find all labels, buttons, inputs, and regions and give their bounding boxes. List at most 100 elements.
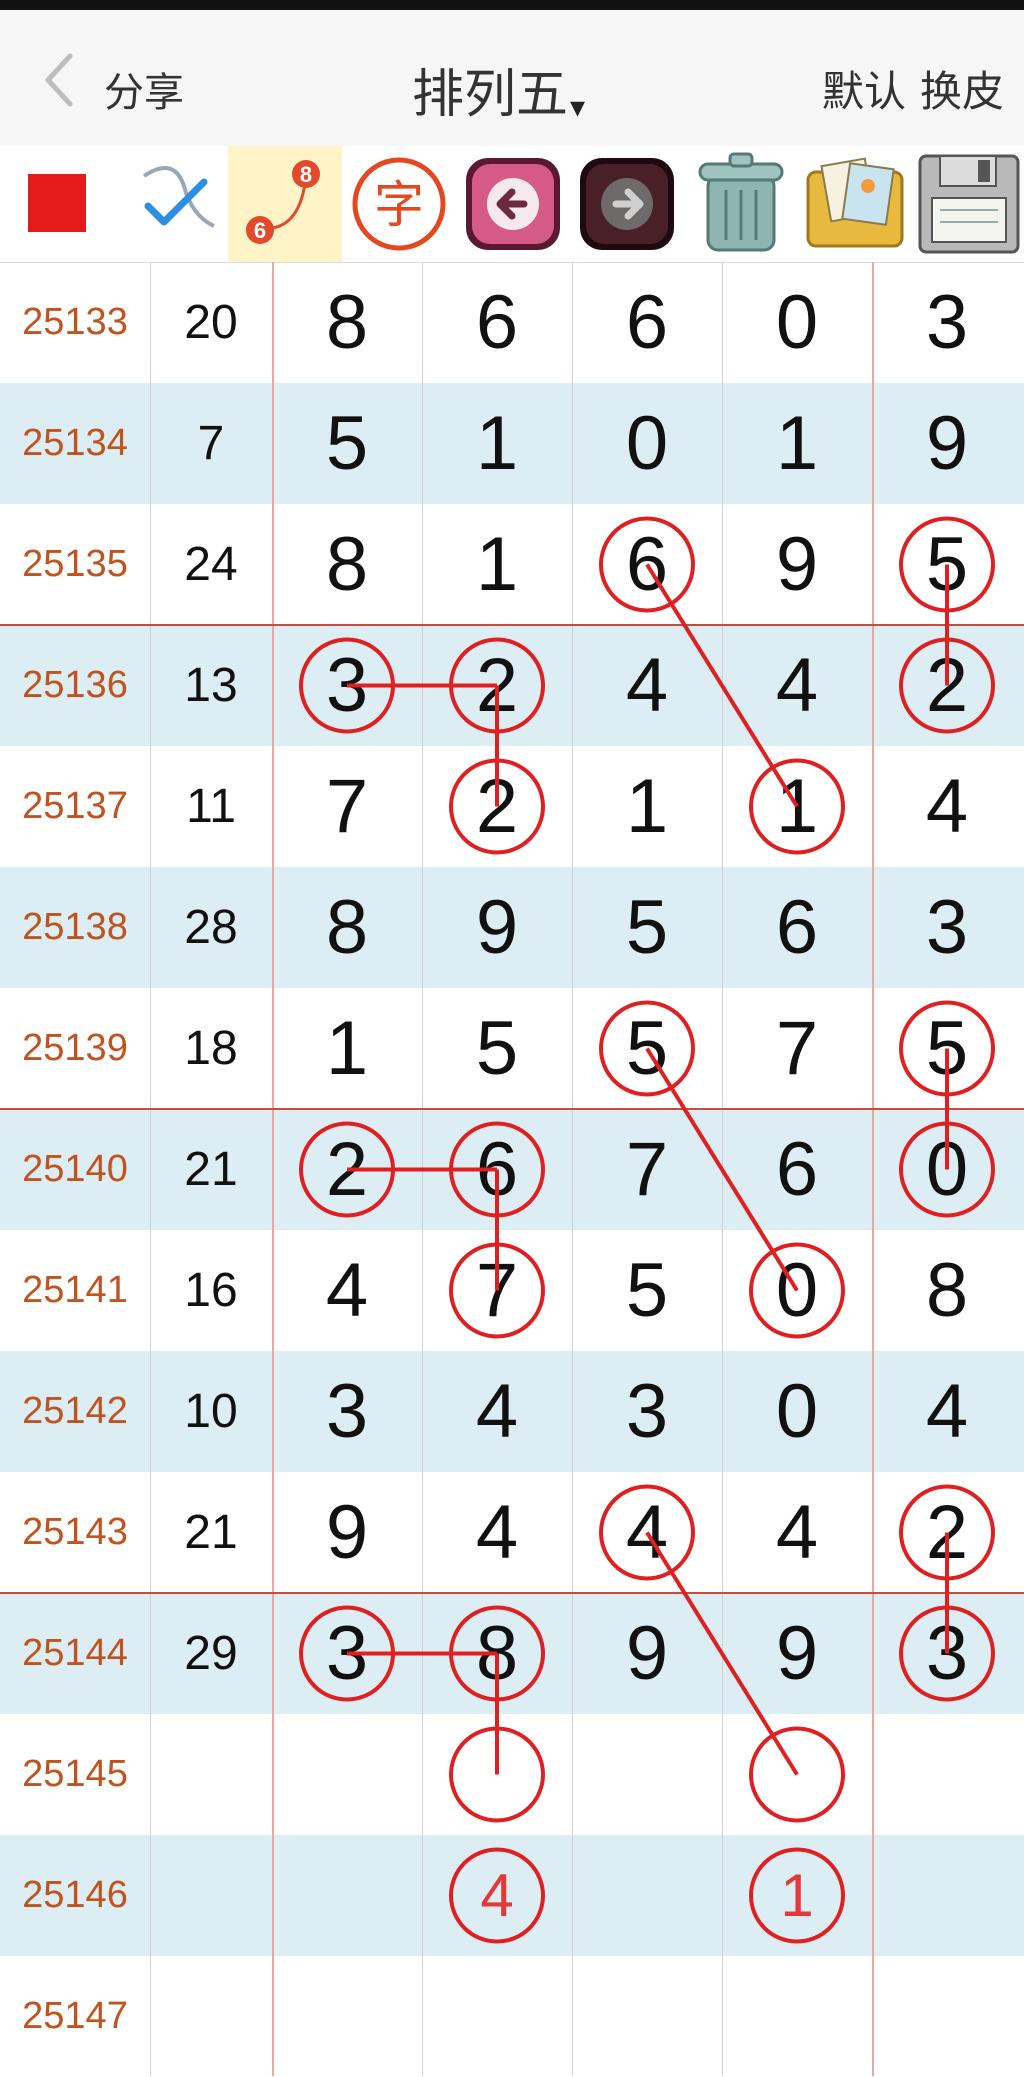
digit-cell[interactable] bbox=[272, 1714, 422, 1835]
digit-cell[interactable] bbox=[272, 1835, 422, 1956]
digit-cell[interactable]: 0 bbox=[872, 1109, 1022, 1230]
digit-cell[interactable]: 2 bbox=[872, 625, 1022, 746]
digit-cell[interactable]: 2 bbox=[422, 625, 572, 746]
digit-cell[interactable]: 3 bbox=[572, 1351, 722, 1472]
digit-cell[interactable]: 3 bbox=[872, 1593, 1022, 1714]
digit-cell[interactable]: 3 bbox=[872, 867, 1022, 988]
digit-cell[interactable]: 4 bbox=[422, 1835, 572, 1956]
digit-cell[interactable]: 6 bbox=[572, 262, 722, 383]
color-picker-button[interactable] bbox=[0, 146, 114, 262]
digit-cell[interactable]: 5 bbox=[572, 867, 722, 988]
digit-cell[interactable]: 5 bbox=[872, 988, 1022, 1109]
table-row: 25136 13 3 2 4 4 2 bbox=[0, 625, 1024, 746]
digit-cell[interactable]: 4 bbox=[572, 1472, 722, 1593]
clear-button[interactable] bbox=[684, 146, 798, 262]
digit-cell[interactable] bbox=[872, 1714, 1022, 1835]
digit-cell[interactable]: 7 bbox=[722, 988, 872, 1109]
digit-cell[interactable]: 1 bbox=[422, 383, 572, 504]
digit-cell[interactable]: 2 bbox=[872, 1472, 1022, 1593]
digit-cell[interactable] bbox=[422, 1956, 572, 2077]
digit-cell[interactable]: 5 bbox=[422, 988, 572, 1109]
digit-cell[interactable]: 1 bbox=[572, 746, 722, 867]
digit-cell[interactable]: 1 bbox=[722, 746, 872, 867]
digit-cell[interactable]: 4 bbox=[872, 1351, 1022, 1472]
sum-value: 21 bbox=[184, 1506, 238, 1559]
back-button[interactable] bbox=[36, 50, 86, 110]
digit-cell[interactable]: 5 bbox=[272, 383, 422, 504]
digit-cell[interactable]: 7 bbox=[272, 746, 422, 867]
digit-cell[interactable]: 0 bbox=[722, 1351, 872, 1472]
digit-cell[interactable]: 8 bbox=[272, 504, 422, 625]
digit-cell[interactable]: 2 bbox=[272, 1109, 422, 1230]
digit-cell[interactable]: 7 bbox=[422, 1230, 572, 1351]
digit-cell[interactable] bbox=[422, 1714, 572, 1835]
default-button[interactable]: 默认 bbox=[822, 58, 906, 119]
digit-cell[interactable]: 4 bbox=[722, 625, 872, 746]
digit-cell[interactable]: 9 bbox=[422, 867, 572, 988]
digit-cell[interactable]: 0 bbox=[572, 383, 722, 504]
number-grid[interactable]: 25133 20 8 6 6 0 3 25134 7 5 1 0 1 9 25135 24 8 1 6 9 5 25136… bbox=[0, 262, 1024, 2076]
digit-cell[interactable]: 1 bbox=[422, 504, 572, 625]
digit-cell[interactable]: 3 bbox=[272, 1593, 422, 1714]
digit-cell[interactable]: 5 bbox=[872, 504, 1022, 625]
digit-cell[interactable]: 1 bbox=[272, 988, 422, 1109]
skin-button[interactable]: 换皮 bbox=[920, 58, 1004, 119]
digit-cell[interactable]: 6 bbox=[722, 867, 872, 988]
digit-cell[interactable]: 8 bbox=[872, 1230, 1022, 1351]
digit-cell[interactable]: 8 bbox=[272, 262, 422, 383]
digit-cell[interactable]: 7 bbox=[572, 1109, 722, 1230]
digit-cell[interactable]: 9 bbox=[722, 504, 872, 625]
digit-cell[interactable] bbox=[722, 1714, 872, 1835]
digit-cell[interactable]: 4 bbox=[272, 1230, 422, 1351]
digit-cell[interactable]: 4 bbox=[572, 625, 722, 746]
digit-cell[interactable]: 4 bbox=[722, 1472, 872, 1593]
title-dropdown[interactable]: 排列五▾ bbox=[412, 52, 585, 127]
chevron-left-icon bbox=[45, 53, 73, 107]
digit-cell[interactable]: 8 bbox=[422, 1593, 572, 1714]
digit-cell[interactable]: 4 bbox=[422, 1472, 572, 1593]
digit-cell[interactable]: 6 bbox=[422, 262, 572, 383]
redo-arrow-icon bbox=[580, 158, 674, 250]
digit-cell[interactable]: 3 bbox=[272, 625, 422, 746]
digit-cell[interactable]: 9 bbox=[272, 1472, 422, 1593]
digit-cell[interactable]: 3 bbox=[272, 1351, 422, 1472]
digit-cell[interactable]: 4 bbox=[422, 1351, 572, 1472]
sum-value: 11 bbox=[186, 780, 236, 833]
digit-cell[interactable]: 6 bbox=[422, 1109, 572, 1230]
digit-cell[interactable]: 0 bbox=[722, 1230, 872, 1351]
digit-cell[interactable]: 4 bbox=[872, 746, 1022, 867]
digit-cell[interactable]: 1 bbox=[722, 383, 872, 504]
digit-cell[interactable]: 1 bbox=[722, 1835, 872, 1956]
digit-cell[interactable]: 5 bbox=[572, 988, 722, 1109]
column-divider bbox=[572, 262, 573, 2076]
checkmark-pen-icon bbox=[142, 166, 215, 228]
digit-cell[interactable] bbox=[872, 1835, 1022, 1956]
digit-cell[interactable] bbox=[722, 1956, 872, 2077]
digit-cell[interactable] bbox=[572, 1714, 722, 1835]
digit-cell[interactable] bbox=[572, 1956, 722, 2077]
digit-cell[interactable]: 2 bbox=[422, 746, 572, 867]
digit-cell[interactable]: 9 bbox=[572, 1593, 722, 1714]
text-tool-button[interactable]: 字 bbox=[342, 146, 456, 262]
digit-cell[interactable] bbox=[272, 1956, 422, 2077]
redo-button[interactable] bbox=[570, 146, 684, 262]
sum-value: 16 bbox=[184, 1264, 238, 1317]
digit-cell[interactable]: 9 bbox=[722, 1593, 872, 1714]
save-button[interactable] bbox=[912, 146, 1024, 262]
digit-cell[interactable]: 9 bbox=[872, 383, 1022, 504]
digit-cell[interactable]: 6 bbox=[722, 1109, 872, 1230]
column-divider bbox=[422, 262, 423, 2076]
digit-cell[interactable] bbox=[572, 1835, 722, 1956]
digit-cell[interactable]: 0 bbox=[722, 262, 872, 383]
digit-cell[interactable]: 5 bbox=[572, 1230, 722, 1351]
undo-button[interactable] bbox=[456, 146, 570, 262]
album-button[interactable] bbox=[798, 146, 912, 262]
share-button[interactable]: 分享 bbox=[104, 60, 184, 118]
digit-cell[interactable] bbox=[872, 1956, 1022, 2077]
digit-cell[interactable]: 8 bbox=[272, 867, 422, 988]
connect-line-button[interactable]: 8 6 bbox=[228, 146, 342, 262]
digit-cell[interactable]: 3 bbox=[872, 262, 1022, 383]
table-row: 25147 bbox=[0, 1956, 1024, 2077]
digit-cell[interactable]: 6 bbox=[572, 504, 722, 625]
pen-tool-button[interactable] bbox=[114, 146, 228, 262]
